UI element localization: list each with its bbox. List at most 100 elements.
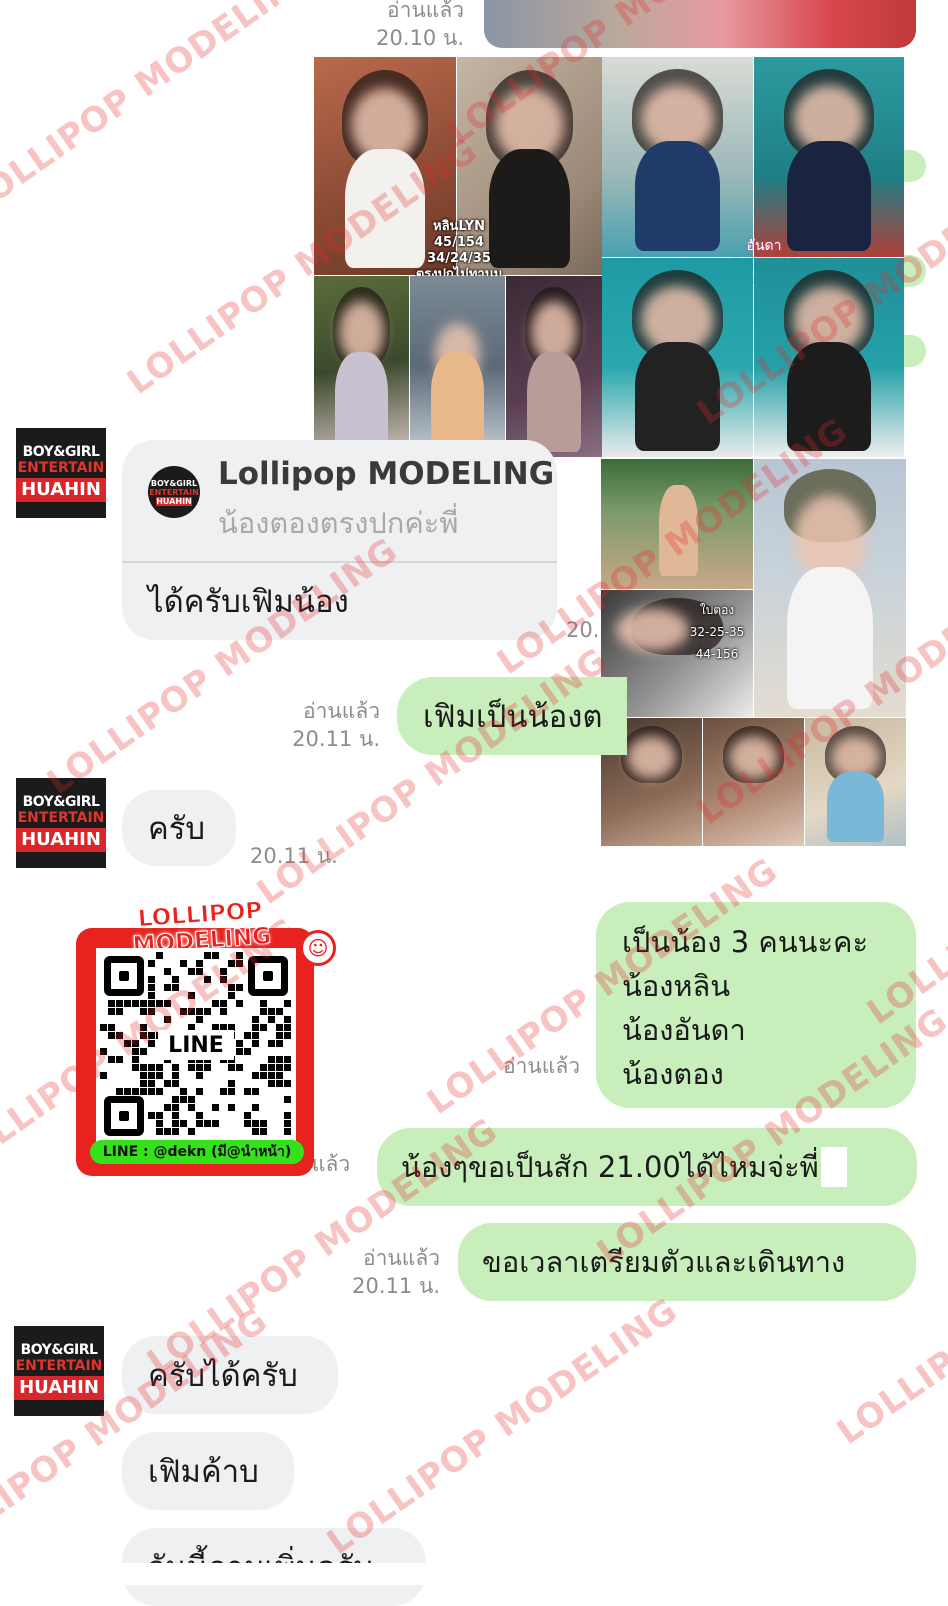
qr-module bbox=[140, 1072, 147, 1079]
read-label: แล้ว bbox=[312, 1152, 351, 1176]
incoming-message[interactable]: เฟิมค้าบ bbox=[122, 1432, 294, 1510]
qr-module bbox=[108, 1032, 115, 1039]
timestamp: 20.11 น. bbox=[250, 844, 338, 868]
qr-module bbox=[148, 976, 155, 983]
qr-module bbox=[172, 1096, 179, 1103]
qr-module bbox=[148, 1088, 155, 1095]
qr-module bbox=[164, 1000, 171, 1007]
qr-module bbox=[204, 952, 211, 959]
smiley-icon: ☺ bbox=[300, 930, 336, 966]
qr-module bbox=[164, 1016, 171, 1023]
incoming-message[interactable]: ครับ bbox=[122, 790, 236, 866]
collage-photo bbox=[410, 276, 505, 457]
qr-module bbox=[260, 1000, 267, 1007]
qr-module bbox=[188, 1064, 195, 1071]
qr-module bbox=[236, 1000, 243, 1007]
qr-module bbox=[284, 1000, 291, 1007]
qr-module bbox=[244, 1048, 251, 1055]
qr-module bbox=[148, 1112, 155, 1119]
qr-module bbox=[284, 1064, 291, 1071]
photo-collage-lyn[interactable]: หลินLYN 45/154 34/24/35 ตรงปกไม่ทานม bbox=[314, 57, 602, 457]
message-text: ครับ bbox=[148, 811, 206, 847]
qr-module bbox=[284, 1128, 291, 1135]
redaction-box bbox=[820, 1147, 847, 1187]
photo-collage-tong[interactable]: ใบตอง 32-25-35 44-156 bbox=[601, 459, 906, 846]
image-message-top[interactable] bbox=[484, 0, 916, 48]
qr-module bbox=[212, 1120, 219, 1127]
outgoing-message[interactable]: น้องๆขอเป็นสัก 21.00ได้ไหมจ่ะพี่ bbox=[377, 1128, 917, 1206]
avatar[interactable]: BOY&GIRL ENTERTAIN HUAHIN bbox=[16, 778, 106, 868]
bubble-tail bbox=[904, 150, 926, 182]
qr-module bbox=[124, 1040, 131, 1047]
qr-module bbox=[172, 1128, 179, 1135]
qr-module bbox=[220, 1008, 227, 1015]
qr-module bbox=[148, 1072, 155, 1079]
qr-module bbox=[100, 1072, 107, 1079]
qr-module bbox=[244, 1032, 251, 1039]
qr-module bbox=[260, 1064, 267, 1071]
qr-module bbox=[268, 1056, 275, 1063]
incoming-message[interactable]: ครับได้ครับ bbox=[122, 1336, 338, 1414]
outgoing-message-multiline[interactable]: เป็นน้อง 3 คนนะคะ น้องหลิน น้องอันดา น้อ… bbox=[596, 902, 916, 1108]
qr-module bbox=[268, 1072, 275, 1079]
qr-module bbox=[220, 968, 227, 975]
outgoing-message[interactable]: ขอเวลาเตรียมตัวและเดินทาง bbox=[458, 1223, 916, 1301]
divider bbox=[122, 561, 557, 563]
qr-module bbox=[148, 1080, 155, 1087]
qr-module bbox=[268, 1080, 275, 1087]
qr-module bbox=[244, 1088, 251, 1095]
message-text: เฟิมเป็นน้องต bbox=[423, 699, 603, 735]
qr-module bbox=[188, 992, 195, 999]
qr-module bbox=[180, 1008, 187, 1015]
qr-module bbox=[212, 1000, 219, 1007]
quoted-sender-name: Lollipop MODELING bbox=[218, 456, 555, 492]
avatar[interactable]: BOY&GIRL ENTERTAIN HUAHIN bbox=[14, 1326, 104, 1416]
qr-module bbox=[244, 1112, 251, 1119]
qr-module bbox=[124, 1000, 131, 1007]
message-text: น้องๆขอเป็นสัก 21.00ได้ไหมจ่ะพี่ bbox=[401, 1150, 819, 1184]
watermark: LOLLIPOP MODELING bbox=[0, 0, 326, 223]
message-text: ครับได้ครับ bbox=[148, 1358, 298, 1394]
photo-caption-lyn: หลินLYN 45/154 34/24/35 ตรงปกไม่ทานม bbox=[415, 219, 503, 282]
qr-module bbox=[140, 1048, 147, 1055]
qr-module bbox=[148, 984, 155, 991]
qr-module bbox=[236, 1064, 243, 1071]
collage-photo bbox=[703, 718, 804, 846]
qr-module bbox=[140, 1080, 147, 1087]
qr-module bbox=[284, 1016, 291, 1023]
qr-module bbox=[108, 1056, 115, 1063]
qr-module bbox=[284, 1080, 291, 1087]
timestamp: 20.11 น. bbox=[352, 1274, 440, 1298]
qr-module bbox=[212, 1104, 219, 1111]
qr-module bbox=[180, 1096, 187, 1103]
quote-reply-card[interactable]: BOY&GIRL ENTERTAIN HUAHIN Lollipop MODELIN… bbox=[122, 440, 557, 640]
collage-photo bbox=[602, 258, 753, 457]
qr-module bbox=[172, 1112, 179, 1119]
qr-module bbox=[252, 1016, 259, 1023]
photo-collage-anda[interactable]: อันดา 34/26/34 159/49 bbox=[602, 57, 904, 457]
qr-module bbox=[156, 1072, 163, 1079]
qr-module bbox=[228, 960, 235, 967]
qr-module bbox=[196, 1008, 203, 1015]
qr-module bbox=[196, 1072, 203, 1079]
qr-center-label: LINE bbox=[158, 1030, 234, 1060]
qr-module bbox=[284, 1032, 291, 1039]
qr-module bbox=[252, 1072, 259, 1079]
qr-module bbox=[172, 1104, 179, 1111]
qr-module bbox=[172, 1072, 179, 1079]
read-label: อ่านแล้ว bbox=[387, 0, 464, 22]
read-receipt: อ่านแล้ว 20.11 น. bbox=[340, 1244, 440, 1300]
qr-module bbox=[252, 1104, 259, 1111]
qr-module bbox=[260, 1120, 267, 1127]
outgoing-message[interactable]: เฟิมเป็นน้องต bbox=[397, 677, 627, 755]
qr-module bbox=[140, 1032, 147, 1039]
collage-photo bbox=[754, 459, 906, 717]
qr-code-sticker[interactable]: LOLLIPOP MODELING ☺ LINE LINE : @dekn (ม… bbox=[66, 897, 340, 1180]
qr-module bbox=[164, 1128, 171, 1135]
message-line: น้องอันดา bbox=[622, 1013, 746, 1047]
avatar[interactable]: BOY&GIRL ENTERTAIN HUAHIN bbox=[16, 428, 106, 518]
qr-module bbox=[284, 1096, 291, 1103]
collage-photo bbox=[754, 258, 904, 457]
qr-module bbox=[188, 1128, 195, 1135]
qr-module bbox=[148, 1032, 155, 1039]
